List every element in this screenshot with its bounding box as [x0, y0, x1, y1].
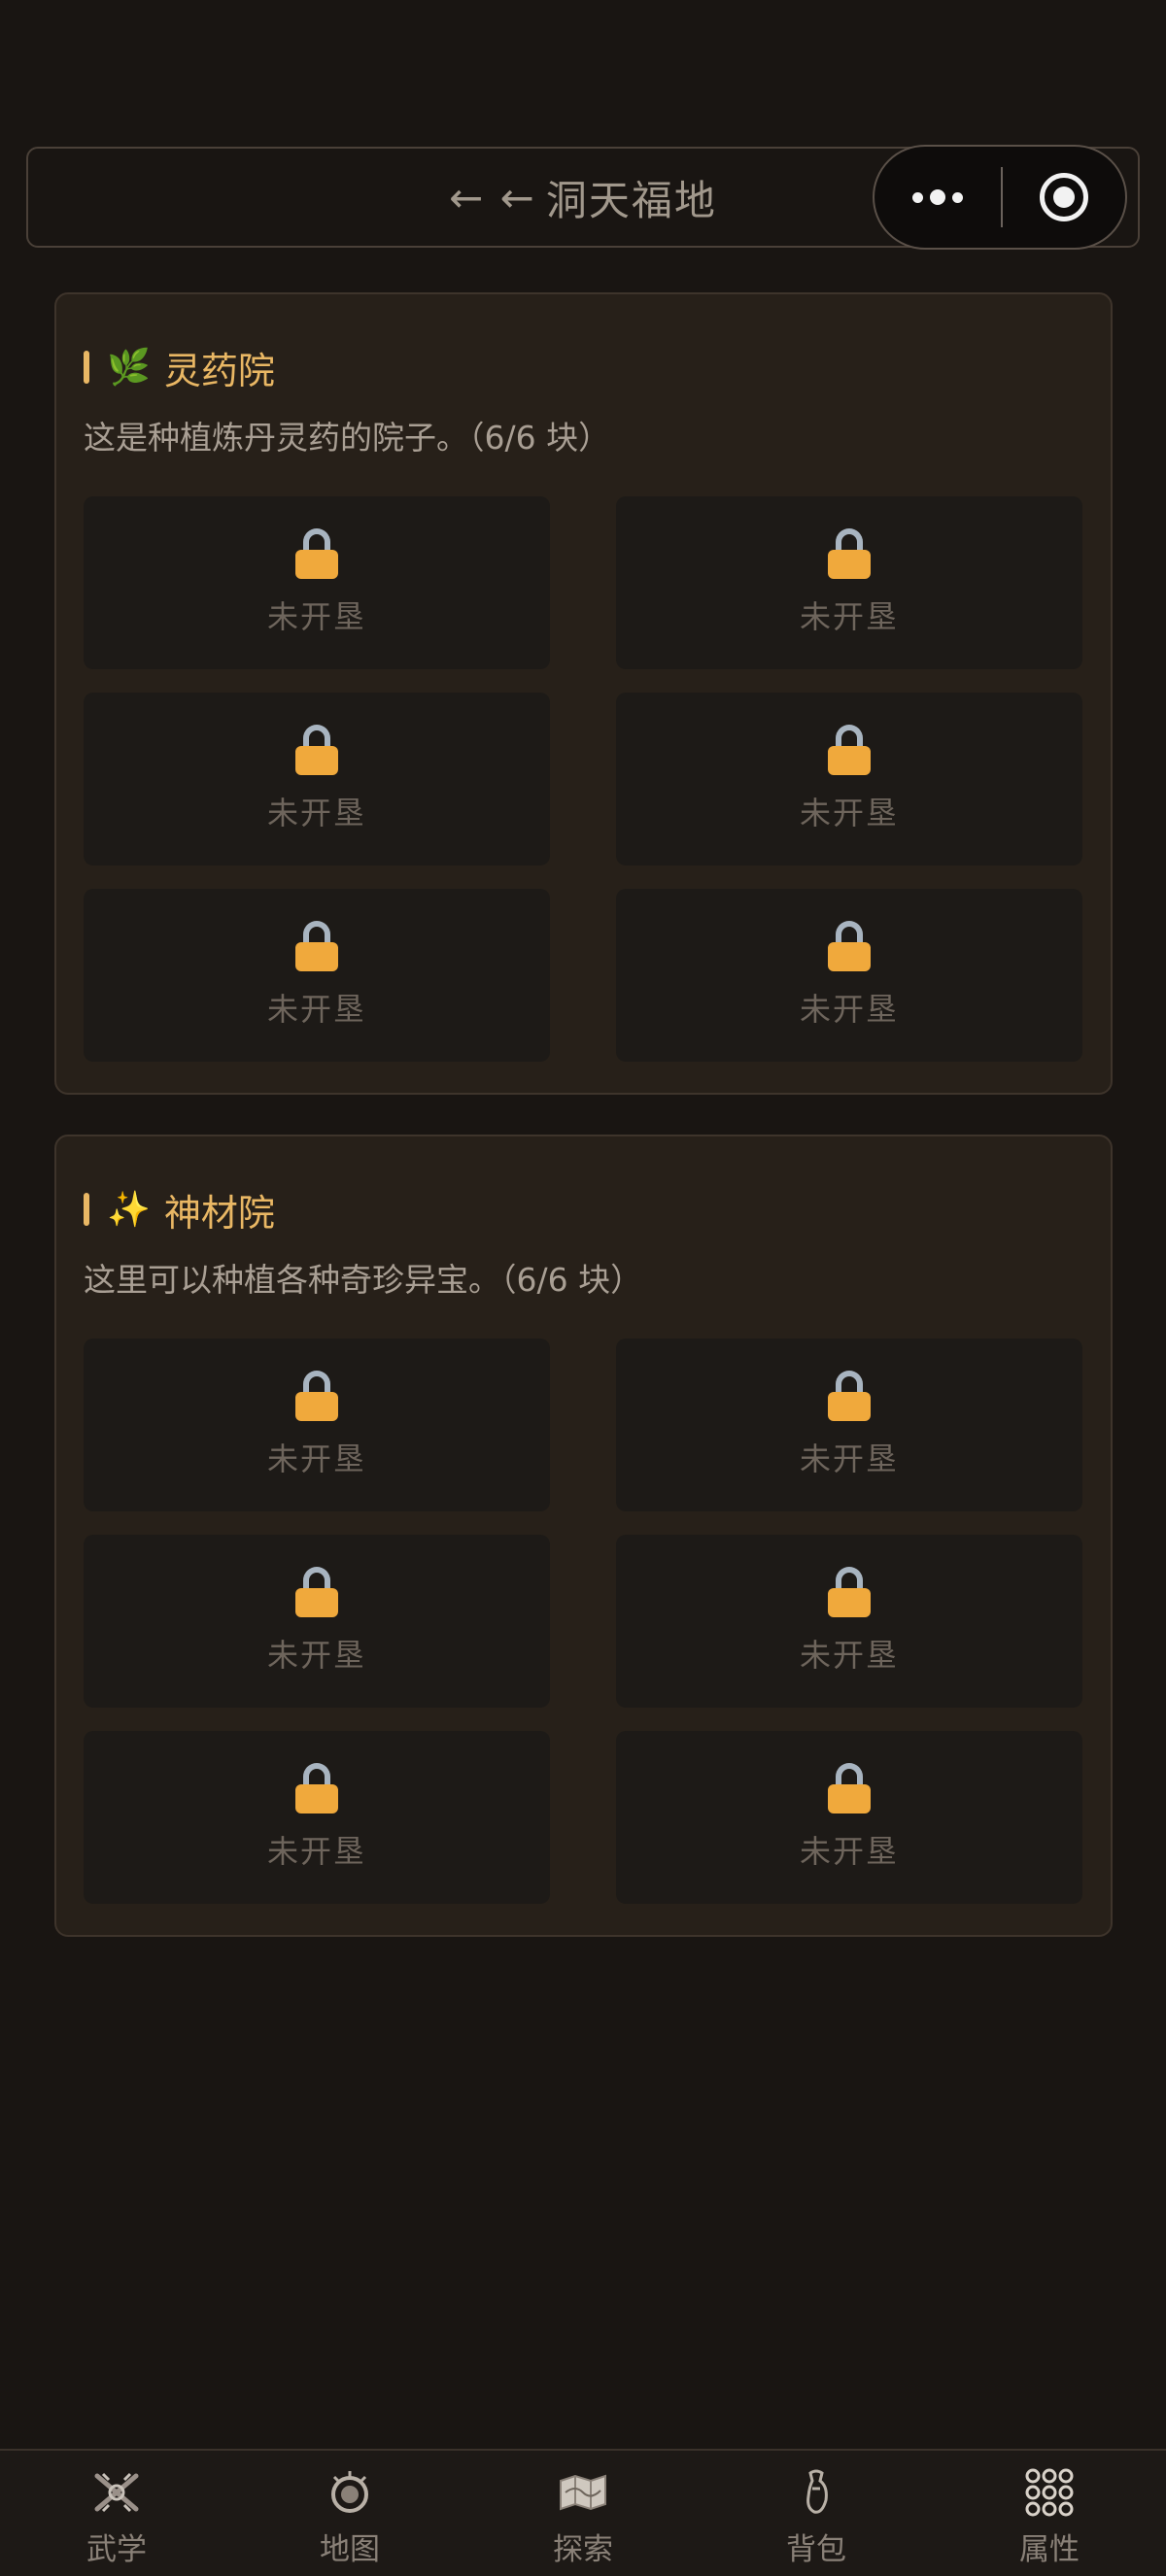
- section-herb-garden: 🌿 灵药院 这是种植炼丹灵药的院子。（6/6 块） 未开垦 未开垦 未开垦 未开…: [54, 292, 1113, 1095]
- sparkles-icon: ✨: [107, 1190, 151, 1230]
- locked-plot[interactable]: 未开垦: [84, 1731, 550, 1904]
- martial-arts-icon: [90, 2468, 143, 2517]
- plot-status: 未开垦: [799, 1637, 899, 1674]
- locked-plot[interactable]: 未开垦: [84, 496, 550, 669]
- lock-icon: [295, 528, 338, 579]
- tab-explore[interactable]: 探索: [466, 2451, 700, 2576]
- plot-status: 未开垦: [266, 991, 366, 1028]
- section-title: 🌿 灵药院: [84, 343, 1081, 392]
- locked-plot[interactable]: 未开垦: [84, 889, 550, 1062]
- title-accent-bar: [84, 1193, 89, 1226]
- locked-plot[interactable]: 未开垦: [616, 693, 1082, 865]
- section-title-text: 灵药院: [163, 349, 275, 392]
- page-title: 洞天福地: [545, 176, 717, 224]
- section-title-text: 神材院: [163, 1191, 275, 1235]
- section-description: 这是种植炼丹灵药的院子。（6/6 块）: [84, 419, 611, 457]
- tab-map[interactable]: 地图: [233, 2451, 466, 2576]
- page: ← ← 洞天福地 🌿 灵药院 这是种植炼丹灵药的院子。（6/6 块） 未开垦 未…: [0, 0, 1166, 2576]
- tab-label: 属性: [1019, 2532, 1080, 2567]
- locked-plot[interactable]: 未开垦: [616, 1731, 1082, 1904]
- more-dot-icon: [912, 191, 923, 203]
- lock-icon: [828, 1763, 871, 1813]
- locked-plot[interactable]: 未开垦: [84, 1535, 550, 1708]
- back-arrow-icon[interactable]: ← ←: [449, 174, 536, 221]
- plot-status: 未开垦: [799, 598, 899, 635]
- plot-grid: 未开垦 未开垦 未开垦 未开垦 未开垦 未开垦: [84, 496, 1082, 1062]
- lock-icon: [295, 1763, 338, 1813]
- locked-plot[interactable]: 未开垦: [616, 889, 1082, 1062]
- plot-status: 未开垦: [266, 598, 366, 635]
- bottom-tab-bar: 武学 地图 探索 背包 属性: [0, 2449, 1166, 2576]
- plot-status: 未开垦: [799, 1441, 899, 1477]
- locked-plot[interactable]: 未开垦: [84, 693, 550, 865]
- lock-icon: [828, 725, 871, 775]
- target-icon: [1040, 173, 1088, 221]
- title-accent-bar: [84, 351, 89, 384]
- plot-status: 未开垦: [799, 991, 899, 1028]
- plot-status: 未开垦: [266, 1833, 366, 1870]
- lock-icon: [295, 921, 338, 971]
- map-icon: [324, 2468, 376, 2517]
- locked-plot[interactable]: 未开垦: [84, 1339, 550, 1511]
- lock-icon: [828, 1567, 871, 1617]
- tab-martial-arts[interactable]: 武学: [0, 2451, 233, 2576]
- explore-icon: [557, 2468, 609, 2517]
- tab-label: 武学: [86, 2532, 147, 2567]
- herb-icon: 🌿: [107, 348, 151, 388]
- plot-status: 未开垦: [799, 1833, 899, 1870]
- lock-icon: [295, 725, 338, 775]
- tab-label: 地图: [320, 2532, 380, 2567]
- more-dot-icon: [930, 189, 945, 205]
- lock-icon: [828, 528, 871, 579]
- more-dot-icon: [952, 191, 963, 203]
- close-mini-program-button[interactable]: [1003, 147, 1125, 248]
- plot-status: 未开垦: [266, 1637, 366, 1674]
- lock-icon: [295, 1371, 338, 1421]
- locked-plot[interactable]: 未开垦: [616, 1535, 1082, 1708]
- mini-program-capsule: [873, 145, 1127, 250]
- more-menu-button[interactable]: [874, 147, 1001, 248]
- backpack-icon: [790, 2468, 842, 2517]
- tab-backpack[interactable]: 背包: [700, 2451, 933, 2576]
- tab-label: 背包: [786, 2532, 846, 2567]
- section-title: ✨ 神材院: [84, 1185, 1081, 1235]
- plot-status: 未开垦: [266, 795, 366, 831]
- locked-plot[interactable]: 未开垦: [616, 1339, 1082, 1511]
- locked-plot[interactable]: 未开垦: [616, 496, 1082, 669]
- section-description: 这里可以种植各种奇珍异宝。（6/6 块）: [84, 1261, 643, 1299]
- plot-status: 未开垦: [266, 1441, 366, 1477]
- lock-icon: [828, 1371, 871, 1421]
- lock-icon: [295, 1567, 338, 1617]
- plot-grid: 未开垦 未开垦 未开垦 未开垦 未开垦 未开垦: [84, 1339, 1082, 1904]
- tab-label: 探索: [553, 2532, 613, 2567]
- plot-status: 未开垦: [799, 795, 899, 831]
- attributes-icon: [1023, 2468, 1076, 2517]
- tab-attributes[interactable]: 属性: [933, 2451, 1166, 2576]
- lock-icon: [828, 921, 871, 971]
- header-title-group[interactable]: ← ← 洞天福地: [449, 168, 717, 227]
- section-treasure-garden: ✨ 神材院 这里可以种植各种奇珍异宝。（6/6 块） 未开垦 未开垦 未开垦 未…: [54, 1135, 1113, 1937]
